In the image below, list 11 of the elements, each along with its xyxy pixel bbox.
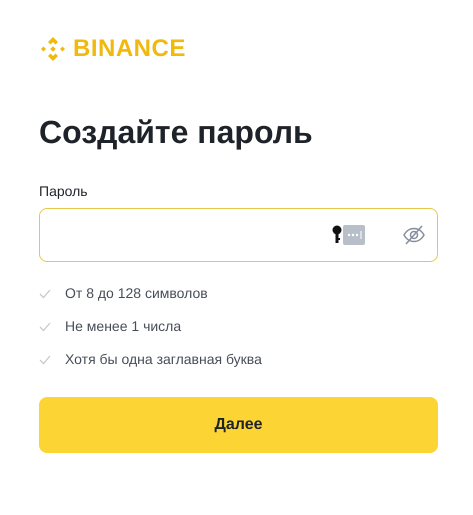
password-manager-icon [331, 224, 365, 246]
field-label: Пароль [39, 182, 89, 200]
hidden-eye-icon[interactable] [403, 225, 425, 245]
password-field[interactable] [39, 208, 438, 262]
logo-text: BINANCE [73, 35, 186, 63]
password-rule: Хотя бы одна заглавная буква [65, 350, 262, 369]
password-rule: Не менее 1 числа [65, 317, 182, 336]
next-button[interactable]: Далее [39, 397, 438, 453]
password-rule: От 8 до 128 символов [65, 284, 208, 303]
page-title: Создайте пароль [39, 113, 314, 152]
logo-icon [39, 35, 67, 63]
